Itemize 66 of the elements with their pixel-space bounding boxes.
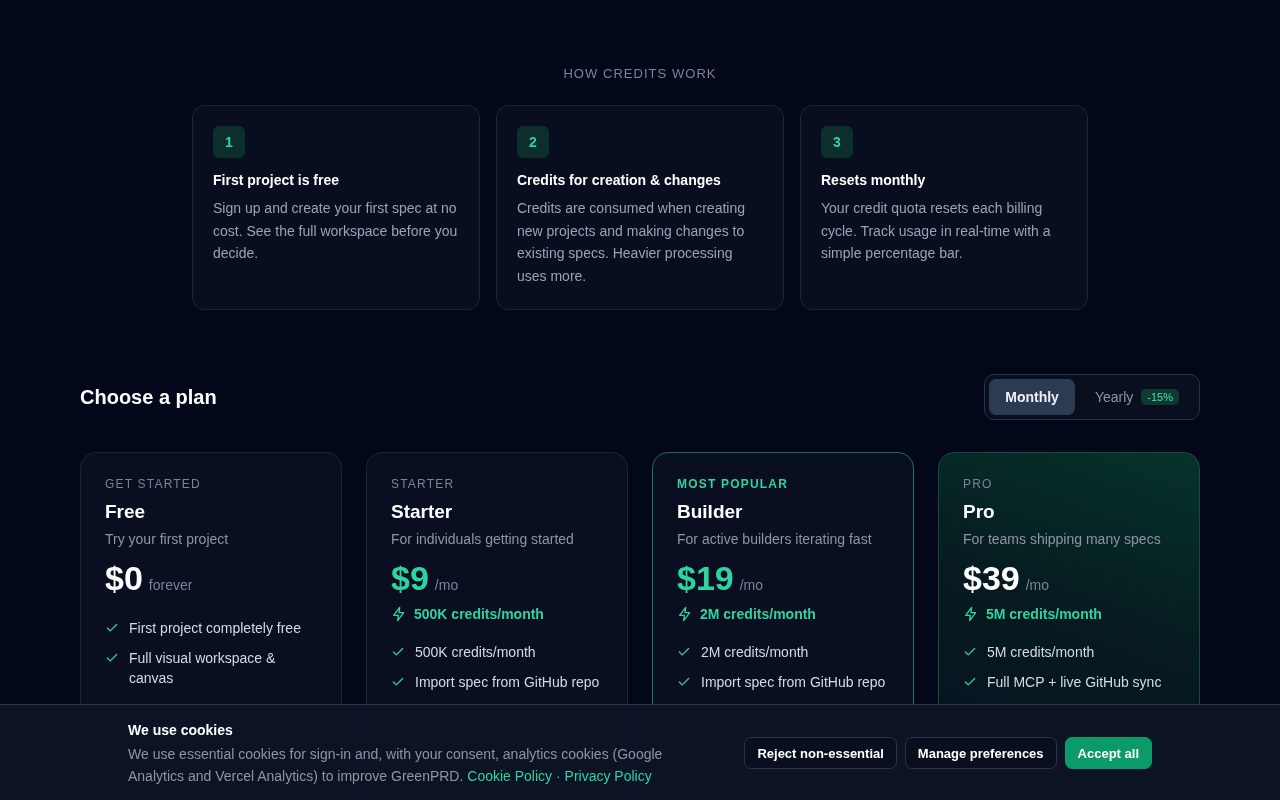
- step-description: Credits are consumed when creating new projects and making changes to existing specs. Heavier processing uses more.: [517, 199, 746, 286]
- feature-text: First project completely free: [129, 619, 301, 638]
- plan-description: For individuals getting started: [391, 531, 575, 547]
- feature-text: Full visual workspace & canvas: [129, 649, 277, 688]
- feature-text: Import spec from GitHub repo: [415, 673, 600, 692]
- lightning-icon: [677, 606, 693, 622]
- check-icon: [105, 621, 119, 635]
- plan-name: Free: [105, 501, 147, 523]
- plan-credits: 5M credits/month: [986, 606, 1102, 622]
- feature-text: 500K credits/month: [415, 643, 536, 662]
- section-heading: HOW CREDITS WORK: [563, 66, 717, 81]
- price-unit: /mo: [434, 577, 459, 593]
- feature-text: 2M credits/month: [701, 643, 809, 662]
- billing-option[interactable]: Monthly: [989, 379, 1075, 415]
- step-title: First project is free: [213, 172, 341, 188]
- plan-name: Starter: [391, 501, 454, 523]
- feature-text: 5M credits/month: [987, 643, 1095, 662]
- cookie-button[interactable]: Accept all: [1064, 737, 1152, 769]
- plan-description: For teams shipping many specs: [963, 531, 1162, 547]
- lightning-icon: [391, 606, 407, 622]
- lightning-icon: [963, 606, 979, 622]
- plan-name: Pro: [963, 501, 996, 523]
- step-number: 2: [517, 126, 549, 158]
- plan-tag: GET STARTED: [105, 477, 317, 491]
- billing-option[interactable]: Yearly -15%: [1078, 379, 1195, 415]
- plan-tag: STARTER: [391, 477, 603, 491]
- cookie-policy-link[interactable]: Cookie Policy: [467, 768, 553, 784]
- check-icon: [963, 645, 977, 659]
- cookie-message: We use essential cookies for sign-in and, with your consent, analytics cookies (Google Analytics and Vercel Analytics) to improve GreenPRD. Cookie Policy · Privacy Policy: [128, 745, 664, 786]
- section-title: Choose a plan: [80, 385, 217, 409]
- plan-credits: 2M credits/month: [700, 606, 816, 622]
- discount-badge: -15%: [1141, 389, 1179, 405]
- price-unit: forever: [148, 577, 193, 593]
- plan-price: $19: [677, 559, 734, 598]
- plan-price: $9: [391, 559, 429, 598]
- step-description: Your credit quota resets each billing cycle. Track usage in real-time with a simple percentage bar.: [821, 199, 1052, 264]
- step-number: 1: [213, 126, 245, 158]
- check-icon: [391, 675, 405, 689]
- price-unit: /mo: [739, 577, 764, 593]
- plan-credits: 500K credits/month: [414, 606, 544, 622]
- link-separator: ·: [556, 768, 561, 784]
- plan-description: Try your first project: [105, 531, 230, 547]
- check-icon: [677, 675, 691, 689]
- plan-description: For active builders iterating fast: [677, 531, 873, 547]
- price-unit: /mo: [1025, 577, 1050, 593]
- plan-name: Builder: [677, 501, 744, 523]
- billing-label: Monthly: [1005, 389, 1059, 405]
- check-icon: [105, 651, 119, 665]
- step-number: 3: [821, 126, 853, 158]
- plan-price: $0: [105, 559, 143, 598]
- cookie-button[interactable]: Manage preferences: [904, 737, 1057, 769]
- step-title: Credits for creation & changes: [517, 172, 722, 188]
- plan-tag: MOST POPULAR: [677, 477, 889, 491]
- step-title: Resets monthly: [821, 172, 927, 188]
- feature-text: Import spec from GitHub repo: [701, 673, 886, 692]
- feature-text: Full MCP + live GitHub sync: [987, 673, 1162, 692]
- step-description: Sign up and create your first spec at no cost. See the full workspace before you decide.: [213, 199, 459, 264]
- billing-label: Yearly: [1094, 389, 1134, 405]
- plan-price: $39: [963, 559, 1020, 598]
- check-icon: [677, 645, 691, 659]
- check-icon: [391, 645, 405, 659]
- plan-tag: PRO: [963, 477, 1175, 491]
- privacy-policy-link[interactable]: Privacy Policy: [564, 768, 652, 784]
- check-icon: [963, 675, 977, 689]
- cookie-button[interactable]: Reject non-essential: [744, 737, 897, 769]
- cookie-title: We use cookies: [128, 722, 234, 738]
